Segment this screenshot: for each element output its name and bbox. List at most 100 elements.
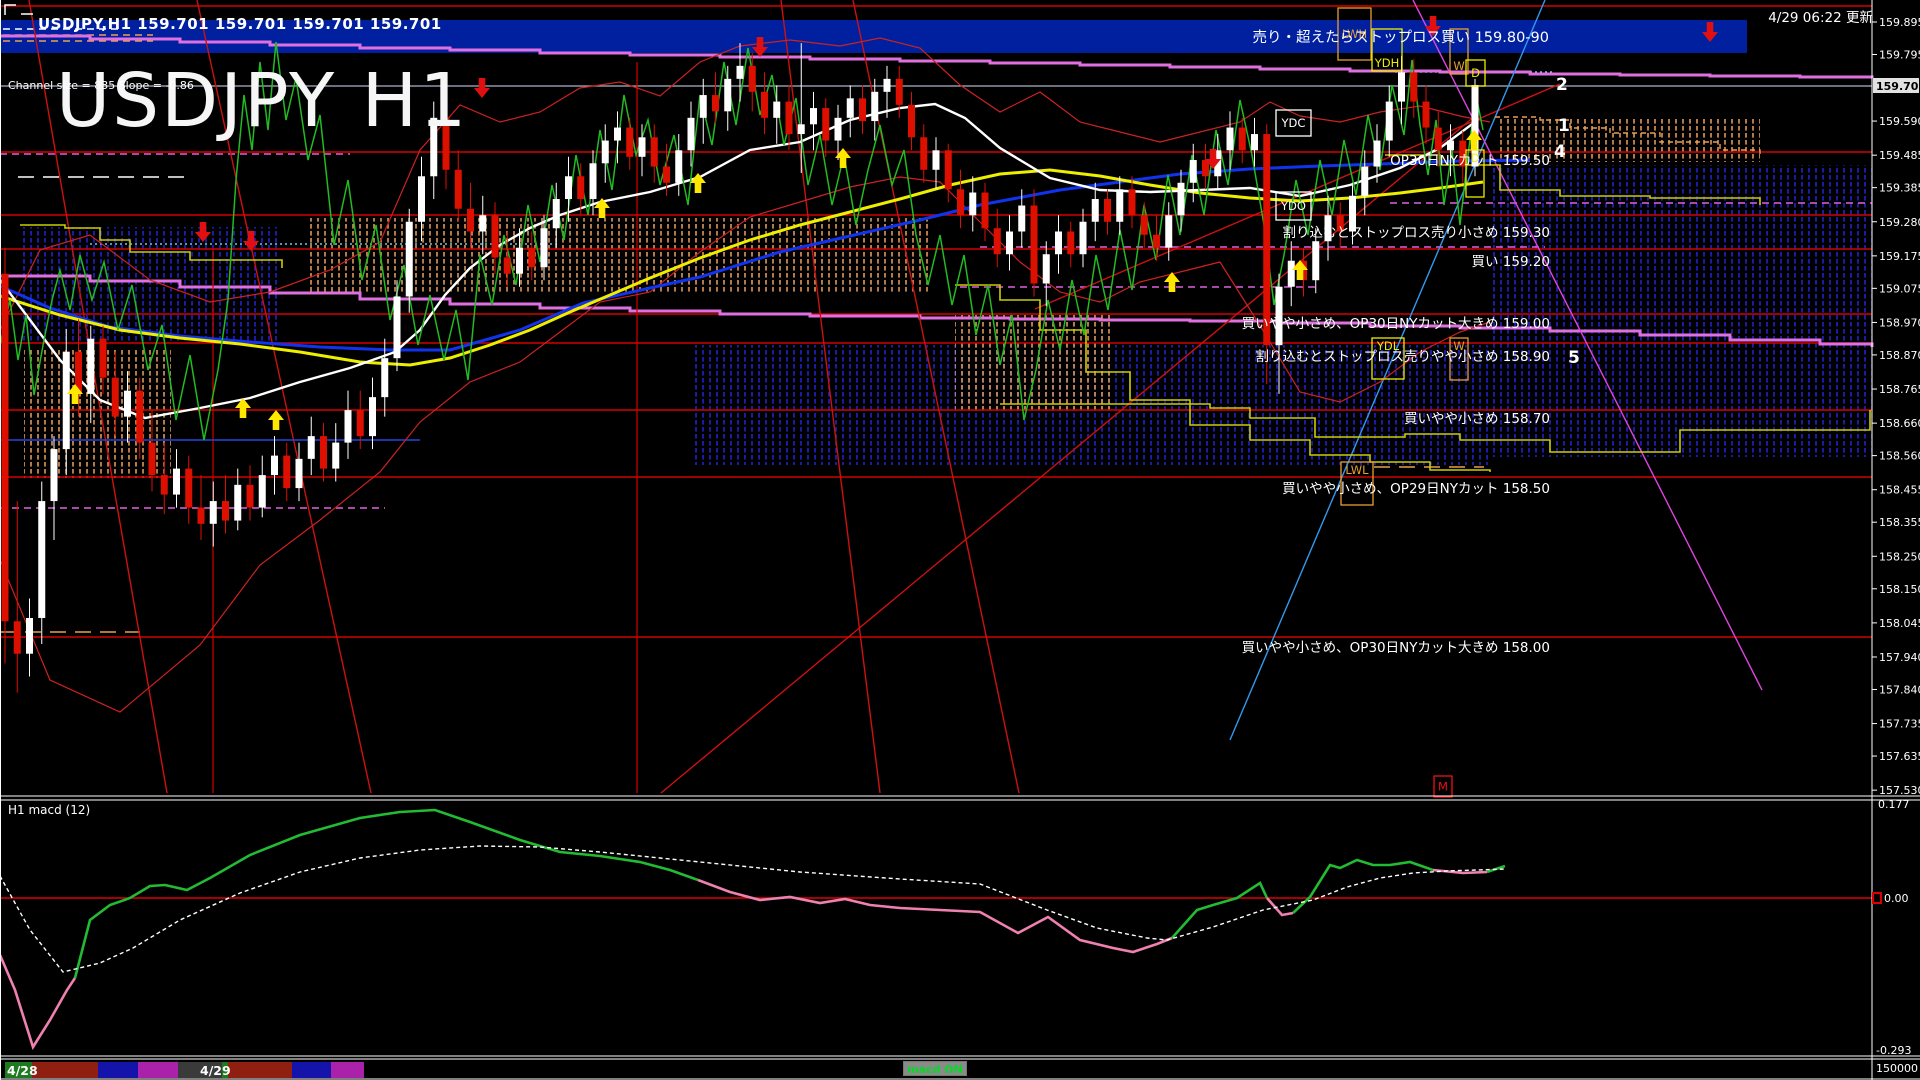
- candle-bear: [982, 193, 989, 229]
- candle-bull: [724, 79, 731, 111]
- timeline-strip: [5, 1062, 364, 1078]
- candle-bull: [1288, 261, 1295, 287]
- candle-bull: [847, 98, 854, 117]
- candle-bull: [381, 358, 388, 397]
- candle-bull: [1361, 167, 1368, 196]
- macd-main-green: [1293, 860, 1433, 913]
- timeline-block: [331, 1062, 364, 1078]
- candle-bear: [222, 501, 229, 520]
- candle-bear: [896, 79, 903, 105]
- candle-bear: [1435, 128, 1442, 151]
- axis-tick-label: 158.870: [1879, 349, 1920, 362]
- candle-bull: [1018, 206, 1025, 232]
- candle-bear: [492, 215, 499, 257]
- candle-bear: [1031, 206, 1038, 284]
- candle-bull: [345, 410, 352, 442]
- candle-bull: [1374, 141, 1381, 167]
- candle-bear: [14, 621, 21, 653]
- candle-bull: [479, 215, 486, 231]
- candle-bear: [651, 137, 658, 166]
- candle-bear: [920, 137, 927, 169]
- axis-tick-label: 157.530: [1879, 784, 1920, 797]
- candle-bear: [1067, 231, 1074, 254]
- candle-bull: [271, 456, 278, 475]
- chart-canvas[interactable]: LWHYDHWDDYDCYDOYDLWLWLM2145売り・超えたらストップロス…: [0, 0, 1920, 1080]
- wave-number: 5: [1568, 348, 1580, 368]
- candle-bull: [700, 95, 707, 118]
- candle-bull: [1055, 231, 1062, 254]
- macd-main-green: [1172, 883, 1267, 938]
- axis-tick-label: 159.590: [1879, 115, 1920, 128]
- macd-scale-top: 0.177: [1878, 798, 1910, 811]
- timeline-block: [228, 1062, 292, 1078]
- candle-bull: [308, 436, 315, 459]
- candle-bull: [639, 137, 646, 156]
- candle-bear: [577, 176, 584, 199]
- candle-bull: [1043, 254, 1050, 283]
- candle-bear: [859, 98, 866, 121]
- macd-scale-zero: 0.00: [1884, 892, 1909, 905]
- candle-bear: [908, 105, 915, 137]
- axis-tick-label: 157.840: [1879, 683, 1920, 696]
- candle-bull: [418, 176, 425, 221]
- candle-bear: [1104, 199, 1111, 222]
- candle-bull: [614, 128, 621, 141]
- candle-bull: [369, 397, 376, 436]
- level-box-label: M: [1438, 780, 1448, 794]
- candle-bear: [945, 150, 952, 189]
- candle-bull: [406, 222, 413, 297]
- level-box-label: LWL: [1345, 463, 1369, 477]
- candle-bear: [994, 228, 1001, 254]
- candle-bull: [1092, 199, 1099, 222]
- axis-tick-label: 158.150: [1879, 583, 1920, 596]
- axis-tick-label: 158.660: [1879, 417, 1920, 430]
- candle-bear: [663, 167, 670, 183]
- candle-bull: [210, 501, 217, 524]
- price-annotation: 割り込むとストップロス売り小さめ 159.30: [1282, 224, 1550, 241]
- candle-bull: [87, 339, 94, 394]
- candle-bull: [259, 475, 266, 507]
- candle-bull: [798, 124, 805, 134]
- candle-bear: [786, 102, 793, 134]
- candle-bear: [1129, 189, 1136, 215]
- zone-annotation: 売り・超えたらストップロス買い 159.80-90: [1252, 29, 1549, 46]
- candle-bull: [1227, 128, 1234, 151]
- candle-bull: [541, 228, 548, 267]
- candle-bear: [100, 339, 107, 378]
- candle-bull: [1006, 231, 1013, 254]
- updated-timestamp: 4/29 06:22 更新: [1768, 6, 1873, 26]
- candle-bear: [712, 95, 719, 111]
- buy-arrow-icon: [268, 410, 284, 430]
- candle-bull: [1080, 222, 1087, 254]
- candle-bull: [675, 150, 682, 182]
- candle-bull: [1447, 141, 1454, 151]
- macd-main-pink: [1267, 898, 1293, 915]
- candle-bear: [957, 189, 964, 215]
- candle-bear: [320, 436, 327, 468]
- buy-arrow-icon: [835, 148, 851, 168]
- axis-tick-label: 158.970: [1879, 316, 1920, 329]
- candle-bull: [1386, 102, 1393, 141]
- axis-tick-label: 159.485: [1879, 149, 1920, 162]
- candle-bear: [247, 485, 254, 508]
- candle-bull: [394, 296, 401, 358]
- candle-bear: [822, 108, 829, 140]
- axis-tick-label: 157.940: [1879, 651, 1920, 664]
- axis-tick-label: 157.735: [1879, 718, 1920, 731]
- candle-bull: [1116, 189, 1123, 221]
- macd-main-green: [75, 810, 698, 978]
- channel-info-label: Channel size = 835 Slope = -0.86: [8, 79, 194, 92]
- candle-bear: [1263, 134, 1270, 345]
- macd-main-pink: [0, 955, 75, 1047]
- wave-number: 1: [1558, 116, 1570, 136]
- sell-arrow-icon: [474, 78, 490, 98]
- cloud-orange: [310, 218, 930, 292]
- candle-bear: [1153, 235, 1160, 248]
- timeline-block: [292, 1062, 331, 1078]
- candle-bull: [884, 79, 891, 92]
- candle-bear: [1410, 72, 1417, 101]
- watermark-symbol: USDJPY H1: [56, 58, 468, 144]
- macd-on-button[interactable]: macd ON: [903, 1061, 967, 1076]
- axis-tick-label: 158.250: [1879, 550, 1920, 563]
- price-annotation: 買いやや小さめ、OP30日NYカット大きめ 158.00: [1242, 640, 1550, 656]
